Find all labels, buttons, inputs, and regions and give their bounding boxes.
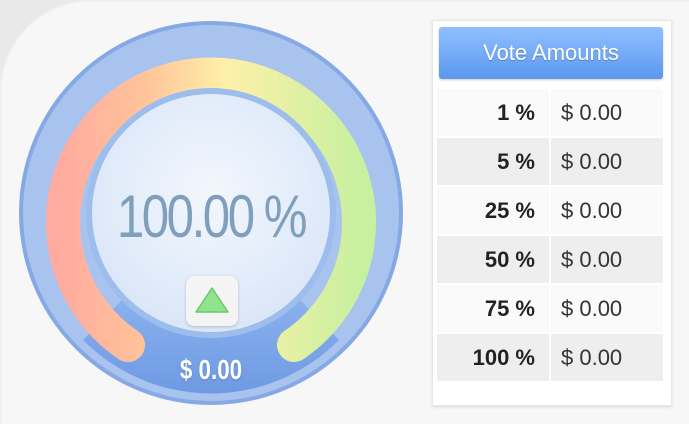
vote-percent: 5 % [437, 138, 549, 185]
vote-amount: $ 0.00 [551, 187, 663, 234]
table-row[interactable]: 5 % $ 0.00 [437, 138, 663, 185]
table-row[interactable]: 100 % $ 0.00 [437, 334, 663, 381]
vote-gauge[interactable]: 100.00 % $ 0.00 [0, 0, 420, 424]
vote-amount: $ 0.00 [551, 334, 663, 381]
gauge-dollar-value: $ 0.00 [179, 354, 243, 385]
vote-amount: $ 0.00 [551, 138, 663, 185]
vote-percent: 50 % [437, 236, 549, 283]
table-row[interactable]: 75 % $ 0.00 [437, 285, 663, 332]
vote-percent: 25 % [437, 187, 549, 234]
table-row[interactable]: 25 % $ 0.00 [437, 187, 663, 234]
vote-amount: $ 0.00 [551, 285, 663, 332]
vote-amounts-card: Vote Amounts 1 % $ 0.00 5 % $ 0.00 25 % … [432, 20, 672, 406]
triangle-up-icon [195, 287, 229, 313]
voting-panel: 100.00 % $ 0.00 Vote Amounts 1 % $ 0.00 … [0, 0, 689, 424]
vote-amounts-title: Vote Amounts [439, 27, 663, 79]
vote-percent: 100 % [437, 334, 549, 381]
gauge-percent: 100.00 % [116, 183, 308, 250]
vote-percent: 75 % [437, 285, 549, 332]
vote-percent: 1 % [437, 89, 549, 136]
table-row[interactable]: 50 % $ 0.00 [437, 236, 663, 283]
table-row[interactable]: 1 % $ 0.00 [437, 89, 663, 136]
vote-amount: $ 0.00 [551, 236, 663, 283]
vote-amounts-table: 1 % $ 0.00 5 % $ 0.00 25 % $ 0.00 50 % $… [435, 87, 665, 383]
increase-button[interactable] [186, 276, 238, 326]
vote-amount: $ 0.00 [551, 89, 663, 136]
